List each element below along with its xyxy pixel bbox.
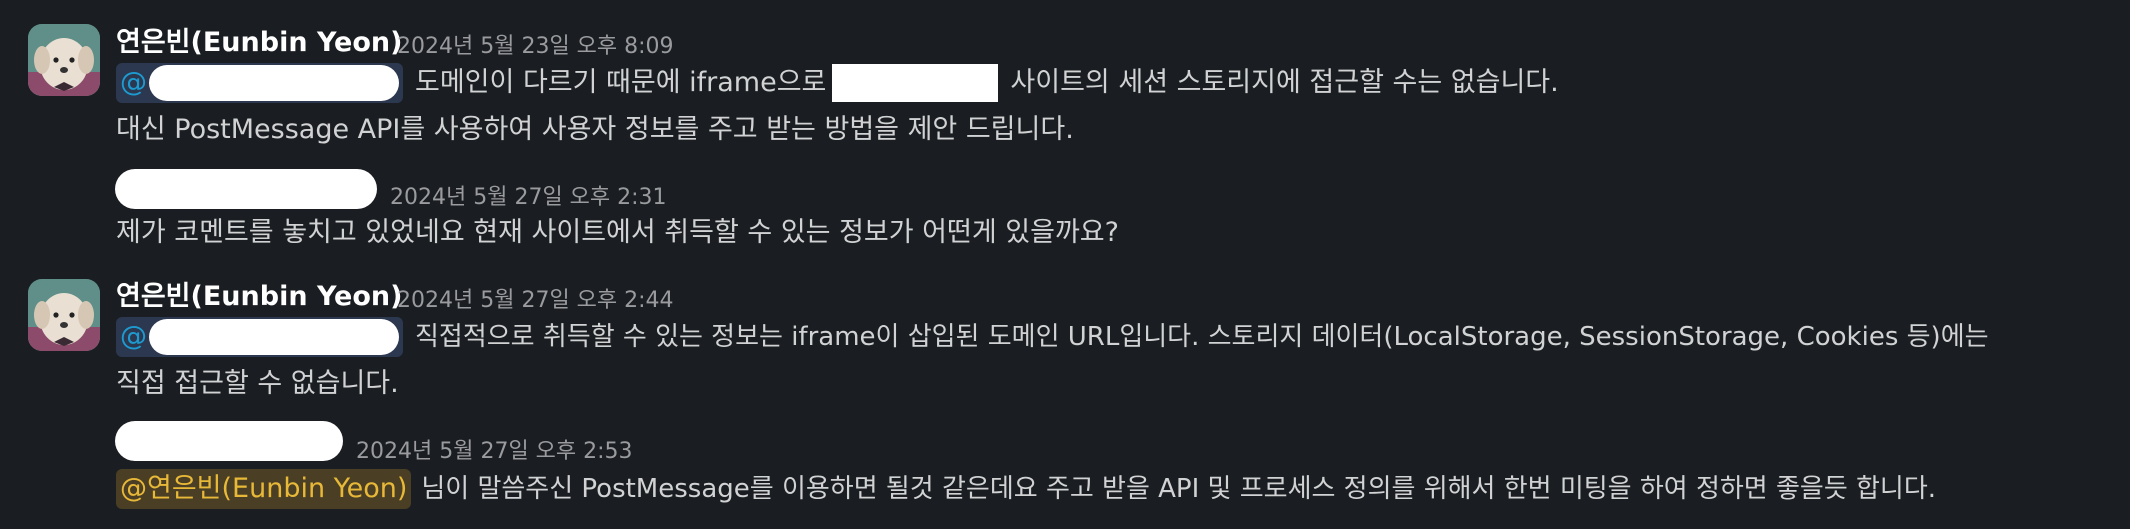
user-mention[interactable]: @: [116, 317, 403, 357]
redacted-author[interactable]: [115, 421, 343, 461]
message-line: @ 도메인이 다르기 때문에 iframe으로 사이트의 세션 스토리지에 접근…: [116, 63, 1559, 103]
self-mention[interactable]: @연은빈(Eunbin Yeon): [116, 469, 412, 509]
message-line: 직접 접근할 수 없습니다.: [116, 368, 399, 399]
dog-avatar-icon: [28, 24, 100, 96]
message-line: @연은빈(Eunbin Yeon) 님이 말씀주신 PostMessage를 이…: [116, 469, 1936, 509]
message-author[interactable]: 연은빈(Eunbin Yeon): [116, 274, 402, 313]
redacted-text: [832, 64, 999, 102]
message-text: 님이 말씀주신 PostMessage를 이용하면 될것 같은데요 주고 받을 …: [421, 474, 1937, 504]
message-line: 대신 PostMessage API를 사용하여 사용자 정보를 주고 받는 방…: [116, 114, 1074, 145]
dog-avatar-icon: [28, 279, 100, 351]
avatar[interactable]: [28, 279, 100, 351]
avatar[interactable]: [28, 24, 100, 96]
message-text: 사이트의 세션 스토리지에 접근할 수는 없습니다.: [1010, 67, 1559, 98]
message-text: 도메인이 다르기 때문에 iframe으로: [415, 67, 827, 98]
redacted-name: [149, 319, 399, 355]
redacted-name: [149, 65, 399, 101]
user-mention[interactable]: @: [116, 63, 403, 103]
mention-at: @: [120, 67, 147, 98]
mention-at: @: [120, 321, 147, 352]
redacted-author[interactable]: [115, 169, 377, 209]
message-text: 직접적으로 취득할 수 있는 정보는 iframe이 삽입된 도메인 URL입니…: [415, 322, 1989, 352]
message-timestamp[interactable]: 2024년 5월 27일 오후 2:31: [390, 179, 667, 211]
message-line: @ 직접적으로 취득할 수 있는 정보는 iframe이 삽입된 도메인 URL…: [116, 317, 1989, 357]
message-timestamp[interactable]: 2024년 5월 23일 오후 8:09: [397, 28, 674, 60]
message-author[interactable]: 연은빈(Eunbin Yeon): [116, 20, 402, 59]
message-timestamp[interactable]: 2024년 5월 27일 오후 2:53: [356, 433, 633, 465]
message-timestamp[interactable]: 2024년 5월 27일 오후 2:44: [397, 282, 674, 314]
message-line: 제가 코멘트를 놓치고 있었네요 현재 사이트에서 취득할 수 있는 정보가 어…: [116, 217, 1119, 248]
